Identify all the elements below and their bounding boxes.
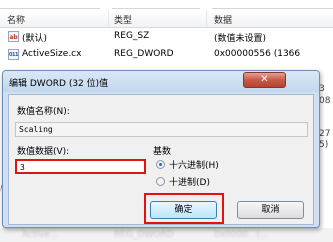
row-name: (默认) [22,34,48,44]
column-header-name[interactable]: 名称 [7,13,25,26]
ok-button[interactable]: 确定 [150,201,217,219]
dialog-title: 编辑 DWORD (32 位)值 [9,79,109,89]
peek-value: 3 [319,84,325,94]
row-name: Active... [22,230,59,240]
row-type: REG_DWORD [114,230,174,240]
radio-label-hex: 十六进制(H) [169,161,219,171]
string-value-icon: ab [8,31,19,42]
registry-row[interactable]: 011 ActiveSize.cx REG_DWORD 0x00000556 (… [0,46,333,64]
dialog-titlebar[interactable]: 编辑 DWORD (32 位)值 ✕ [3,71,319,92]
dialog-body: 数值名称(N): Scaling 数值数据(V): 3 基数 十六进制(H) 十… [8,94,314,225]
row-data: 0x0000...(... [214,230,269,240]
peek-value: 5) [319,140,329,150]
value-name-label: 数值名称(N): [17,107,70,117]
base-group-label: 基数 [153,147,172,157]
close-button[interactable]: ✕ [243,72,286,88]
binary-value-icon: 011 [8,49,19,60]
value-data-input[interactable]: 3 [15,159,146,174]
radio-selected-icon [156,160,165,169]
registry-row[interactable]: ab (默认) REG_SZ (数值未设置) [0,28,333,46]
row-type: REG_DWORD [114,49,174,59]
list-top-edge [0,0,333,9]
peek-value: 27 [319,129,331,139]
edit-dword-dialog: 编辑 DWORD (32 位)值 ✕ 数值名称(N): Scaling 数值数据… [2,70,320,228]
column-header-data[interactable]: 数据 [214,13,232,26]
cancel-button[interactable]: 取消 [237,201,304,219]
radio-label-decimal: 十进制(D) [169,178,210,188]
peek-value: 08 [319,96,331,106]
value-data-label: 数值数据(V): [17,147,70,157]
row-type: REG_SZ [114,31,150,41]
column-header-type[interactable]: 类型 [114,13,132,26]
row-data: (数值未设置) [214,34,267,44]
close-icon: ✕ [260,74,269,85]
value-name-field[interactable]: Scaling [15,122,308,137]
radio-unselected-icon [156,177,165,186]
registry-row-blurred[interactable]: Active... REG_DWORD 0x0000...(... [0,228,333,242]
row-data: 0x00000556 (1366 [214,49,301,59]
column-header-bar: 名称 类型 数据 [0,10,333,28]
row-name: ActiveSize.cx [22,49,82,59]
